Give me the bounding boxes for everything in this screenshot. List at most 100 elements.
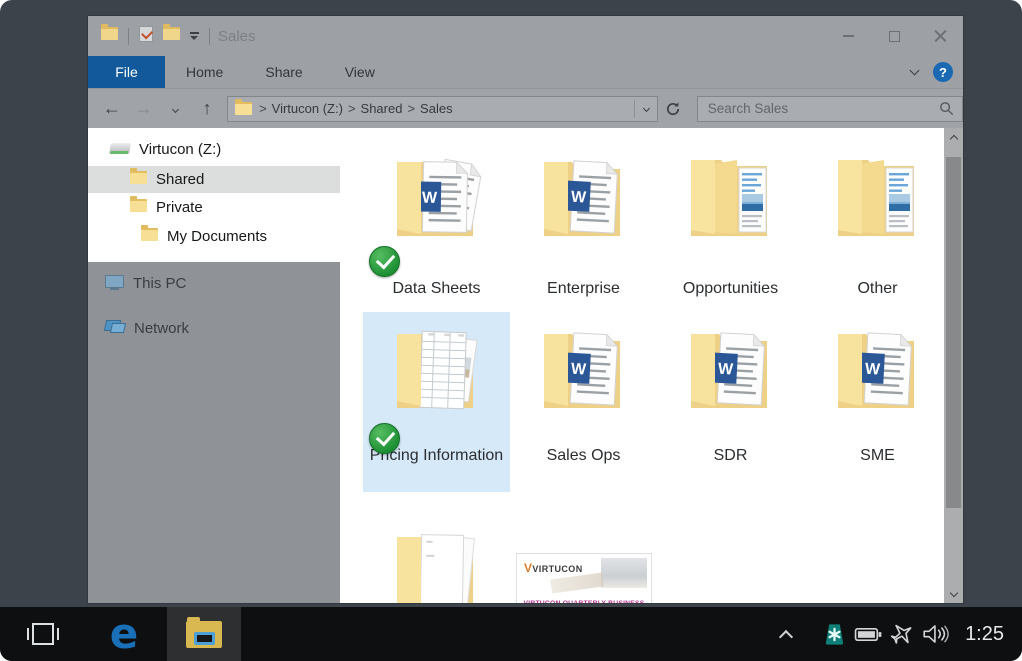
svg-text:W: W: [717, 361, 734, 379]
breadcrumb: >Virtucon (Z:)>Shared>Sales: [259, 101, 629, 116]
ribbon-right-controls: ?: [911, 56, 953, 88]
file-item-pricing-information[interactable]: Pricing Information: [363, 312, 510, 492]
folder-icon: [141, 228, 158, 245]
ribbon-tabs: FileHomeShareView: [88, 56, 963, 88]
folder-icon: [130, 199, 147, 216]
tab-file[interactable]: File: [88, 56, 165, 88]
network-icon: [105, 320, 125, 337]
file-item-label: Sales Ops: [512, 445, 655, 468]
forward-button[interactable]: →: [128, 98, 160, 119]
sidebar-item-shared[interactable]: Shared: [88, 166, 340, 193]
file-item-opportunities[interactable]: Opportunities: [657, 140, 804, 310]
window-title: Sales: [218, 28, 256, 45]
collapse-ribbon-chevron-icon[interactable]: [910, 65, 920, 75]
file-item-folder-plain[interactable]: [363, 515, 510, 603]
sidebar-item-label: Private: [156, 199, 203, 216]
close-button[interactable]: [917, 16, 963, 56]
file-item-other[interactable]: Other: [804, 140, 951, 310]
thumbnail-logo-text: VIRTUCON: [532, 564, 582, 574]
minimize-icon: [843, 35, 854, 37]
breadcrumb-segment[interactable]: Virtucon (Z:): [272, 101, 343, 116]
edge-browser-button[interactable]: e: [104, 614, 144, 654]
file-explorer-icon: [186, 621, 222, 648]
new-folder-icon: [163, 27, 180, 40]
system-tray: [769, 614, 953, 654]
address-dropdown-chevron-icon[interactable]: [640, 100, 653, 118]
file-item-sales-ops[interactable]: W Sales Ops: [510, 312, 657, 492]
window-controls: [825, 16, 963, 56]
vpn-button[interactable]: [817, 614, 851, 654]
vertical-scrollbar[interactable]: [944, 128, 963, 603]
taskbar-clock[interactable]: 1:25: [965, 623, 1004, 646]
sidebar-item-this-pc[interactable]: This PC: [88, 270, 340, 297]
sidebar-item-virtucon-z-[interactable]: Virtucon (Z:): [88, 136, 340, 163]
thumbnail-title: VIRTUCON QUARTERLY BUSINESS REVIEW: [517, 600, 651, 603]
airplane-mode-icon: [884, 616, 920, 652]
svg-text:W: W: [421, 190, 437, 207]
hiddens-chevron-icon-button[interactable]: [769, 614, 803, 654]
tab-home[interactable]: Home: [165, 56, 244, 88]
scroll-down-button[interactable]: [944, 586, 963, 603]
sidebar-item-label: Network: [134, 320, 189, 337]
file-item-sdr[interactable]: W SDR: [657, 312, 804, 492]
file-explorer-taskbar-button[interactable]: [167, 607, 241, 661]
search-icon: [939, 101, 954, 116]
help-button[interactable]: ?: [933, 62, 953, 82]
file-item-sme[interactable]: WSME: [804, 312, 951, 492]
svg-text:W: W: [864, 361, 881, 379]
search-box: [697, 96, 963, 122]
task-view-button[interactable]: [24, 620, 62, 648]
folder-word-icon: W: [532, 146, 636, 250]
recent-locations-chevron-icon[interactable]: [160, 98, 192, 119]
edge-icon: e: [110, 614, 139, 654]
file-item-enterprise[interactable]: WEnterprise: [510, 140, 657, 310]
sidebar-item-network[interactable]: Network: [88, 315, 340, 342]
svg-text:W: W: [570, 361, 587, 379]
qat-new-folder-button[interactable]: [163, 27, 180, 45]
folder-report-icon: [826, 146, 930, 250]
folder-word-stack-icon: W: [385, 146, 489, 250]
qat-properties-button[interactable]: [139, 26, 153, 47]
volume-button[interactable]: [919, 614, 953, 654]
file-explorer-window: Sales FileHomeShareView ? ← → ↑ > Virtuco…: [88, 16, 963, 603]
qat-folder-button[interactable]: [101, 27, 118, 45]
refresh-button[interactable]: [658, 101, 688, 117]
separator: [128, 28, 129, 45]
breadcrumb-segment[interactable]: Sales: [420, 101, 453, 116]
file-item-thumbnail[interactable]: VVIRTUCONVIRTUCON QUARTERLY BUSINESS REV…: [510, 515, 657, 603]
minimize-button[interactable]: [825, 16, 871, 56]
tab-share[interactable]: Share: [244, 56, 323, 88]
folder-sheet-icon: [385, 318, 489, 422]
sidebar-item-label: Shared: [156, 171, 204, 188]
hidden-icons-chevron-icon: [779, 629, 793, 643]
qat-dropdown-icon: [190, 32, 199, 40]
file-item-label: Other: [806, 278, 949, 301]
close-icon: [934, 30, 947, 43]
tab-view[interactable]: View: [324, 56, 396, 88]
explorer-main: Virtucon (Z:) Shared Private My Documents Th…: [88, 128, 963, 603]
sidebar-item-private[interactable]: Private: [88, 194, 340, 221]
battery-button[interactable]: [851, 614, 885, 654]
scrollbar-thumb[interactable]: [946, 157, 961, 508]
file-item-label: SDR: [659, 445, 802, 468]
scroll-up-button[interactable]: [944, 128, 963, 145]
breadcrumb-segment[interactable]: Shared: [361, 101, 403, 116]
file-item-data-sheets[interactable]: W Data Sheets: [363, 140, 510, 310]
up-button[interactable]: ↑: [191, 98, 223, 119]
maximize-button[interactable]: [871, 16, 917, 56]
address-bar[interactable]: >Virtucon (Z:)>Shared>Sales: [227, 96, 658, 122]
svg-text:W: W: [570, 189, 587, 207]
qat-qat-dropdown-button[interactable]: [190, 27, 199, 45]
thumbnail-city-image: [601, 558, 647, 588]
sidebar-item-my-documents[interactable]: My Documents: [88, 223, 340, 250]
sidebar-item-label: This PC: [133, 275, 186, 292]
chevron-up-icon: [949, 134, 957, 142]
file-list: WData SheetsWEnterpriseOpportunitiesOthe…: [340, 128, 944, 603]
task-view-icon: [32, 623, 54, 645]
breadcrumb-separator: >: [407, 101, 415, 116]
back-button[interactable]: ←: [96, 98, 128, 119]
file-item-label: Data Sheets: [365, 278, 508, 301]
this-pc-icon: [105, 275, 124, 292]
search-input[interactable]: [706, 100, 939, 117]
airplane-mode-button[interactable]: [885, 614, 919, 654]
